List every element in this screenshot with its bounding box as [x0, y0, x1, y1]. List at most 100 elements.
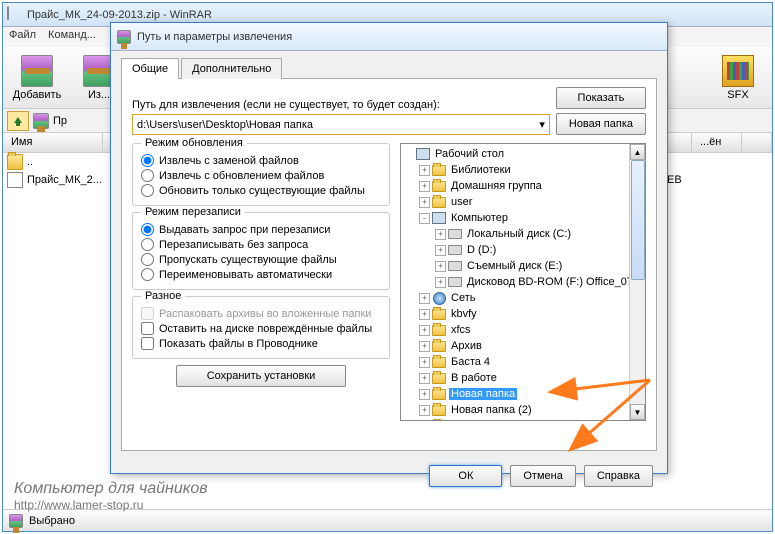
tree-label: Локальный диск (C:) [465, 228, 573, 240]
tree-item[interactable]: +Сеть [403, 290, 643, 306]
tabs: Общие Дополнительно [121, 57, 657, 79]
up-arrow-icon [12, 115, 24, 127]
tree-label: Новая папка [449, 388, 517, 400]
folder-icon [432, 179, 446, 193]
tree-item[interactable]: + user [403, 194, 643, 210]
tree-item[interactable]: + Локальный диск (C:) [403, 226, 643, 242]
expand-icon[interactable]: + [419, 197, 430, 208]
radio-overwrite-noask[interactable]: Перезаписывать без запроса [141, 238, 381, 251]
tree-item[interactable]: + Баста 4 [403, 354, 643, 370]
folder-icon [7, 154, 23, 170]
expand-icon[interactable]: + [419, 357, 430, 368]
check-keep-broken[interactable]: Оставить на диске повреждённые файлы [141, 322, 381, 335]
group-overwrite-mode: Режим перезаписи Выдавать запрос при пер… [132, 212, 390, 290]
tree-label: Баста 4 [449, 356, 492, 368]
tab-advanced[interactable]: Дополнительно [181, 58, 282, 79]
tree-item[interactable]: +D (D:) [403, 242, 643, 258]
expand-icon[interactable]: + [419, 181, 430, 192]
expand-icon[interactable]: + [419, 309, 430, 320]
menu-commands[interactable]: Команд... [48, 29, 96, 45]
tree-item[interactable]: + Дисковод BD-ROM (F:) Office_07 [403, 274, 643, 290]
radio-extract-update[interactable]: Извлечь с обновлением файлов [141, 169, 381, 182]
dialog-icon [117, 30, 131, 44]
folder-icon [432, 371, 446, 385]
toolbar-add[interactable]: Добавить [11, 55, 63, 101]
folder-tree[interactable]: Рабочий стол+Библиотеки+Домашняя группа+… [400, 143, 646, 421]
path-input[interactable]: d:\Users\user\Desktop\Новая папка ▾ [132, 114, 550, 135]
tree-label: Домашняя группа [449, 180, 544, 192]
show-button[interactable]: Показать [556, 87, 646, 109]
status-text: Выбрано [29, 515, 75, 527]
scroll-thumb[interactable] [631, 160, 645, 280]
scroll-up-icon[interactable]: ▲ [630, 144, 645, 160]
expand-icon[interactable]: + [435, 261, 446, 272]
expand-icon[interactable]: + [419, 341, 430, 352]
col-name[interactable]: Имя [3, 133, 103, 152]
expand-icon[interactable]: + [435, 229, 446, 240]
expand-icon[interactable]: + [419, 293, 430, 304]
drive-icon [448, 275, 462, 289]
winrar-icon [7, 7, 23, 23]
tree-item[interactable]: +Архив [403, 338, 643, 354]
expand-icon[interactable]: + [419, 389, 430, 400]
path-label: Путь для извлечения (если не существует,… [132, 99, 550, 111]
expand-icon[interactable]: - [419, 213, 430, 224]
tree-label: user [449, 196, 474, 208]
tree-item[interactable]: +Новая папка (2) [403, 402, 643, 418]
tab-general[interactable]: Общие [121, 58, 179, 79]
tree-item[interactable]: + kbvfy [403, 306, 643, 322]
archive-icon [33, 113, 49, 129]
radio-skip-existing[interactable]: Пропускать существующие файлы [141, 253, 381, 266]
radio-extract-replace[interactable]: Извлечь с заменой файлов [141, 154, 381, 167]
drive-icon [448, 227, 462, 241]
expand-icon[interactable]: + [419, 373, 430, 384]
col-date[interactable]: ...ён [692, 133, 742, 152]
scroll-down-icon[interactable]: ▼ [630, 404, 645, 420]
tree-item[interactable]: +Новая папка (3) [403, 418, 643, 420]
save-settings-button[interactable]: Сохранить установки [176, 365, 346, 387]
folder-icon [432, 307, 446, 321]
tree-label: Дисковод BD-ROM (F:) Office_07 [465, 276, 635, 288]
tree-item[interactable]: Рабочий стол [403, 146, 643, 162]
tree-item[interactable]: + xfcs [403, 322, 643, 338]
tree-item[interactable]: - Компьютер [403, 210, 643, 226]
add-icon [21, 55, 53, 87]
expand-icon[interactable]: + [435, 245, 446, 256]
tree-label: Компьютер [449, 212, 510, 224]
tree-item[interactable]: +Съемный диск (E:) [403, 258, 643, 274]
expand-icon[interactable]: + [419, 325, 430, 336]
up-button[interactable] [7, 111, 29, 131]
dialog-titlebar[interactable]: Путь и параметры извлечения [111, 23, 667, 51]
toolbar-sfx[interactable]: SFX [712, 55, 764, 101]
expand-icon[interactable]: + [435, 277, 446, 288]
tree-label: xfcs [449, 324, 473, 336]
status-icon [9, 514, 23, 528]
status-bar: Выбрано [3, 509, 772, 531]
dropdown-icon[interactable]: ▾ [539, 118, 545, 131]
check-show-explorer[interactable]: Показать файлы в Проводнике [141, 337, 381, 350]
tree-scrollbar[interactable]: ▲ ▼ [629, 144, 645, 420]
radio-rename-auto[interactable]: Переименовывать автоматически [141, 268, 381, 281]
drive-icon [448, 259, 462, 273]
tree-item[interactable]: +В работе [403, 370, 643, 386]
tree-item[interactable]: +Библиотеки [403, 162, 643, 178]
new-folder-button[interactable]: Новая папка [556, 113, 646, 135]
expand-icon[interactable]: + [419, 405, 430, 416]
radio-ask-overwrite[interactable]: Выдавать запрос при перезаписи [141, 223, 381, 236]
menu-file[interactable]: Файл [9, 29, 36, 45]
cancel-button[interactable]: Отмена [510, 465, 575, 487]
sfx-icon [722, 55, 754, 87]
help-button[interactable]: Справка [584, 465, 653, 487]
radio-update-existing[interactable]: Обновить только существующие файлы [141, 184, 381, 197]
folder-icon [432, 163, 446, 177]
check-subfolders: Распаковать архивы во вложенные папки [141, 307, 381, 320]
tree-item[interactable]: + Домашняя группа [403, 178, 643, 194]
group-update-mode: Режим обновления Извлечь с заменой файло… [132, 143, 390, 206]
tree-label: Рабочий стол [433, 148, 506, 160]
tree-label: kbvfy [449, 308, 479, 320]
ok-button[interactable]: ОК [429, 465, 502, 487]
extract-dialog: Путь и параметры извлечения Общие Дополн… [110, 22, 668, 474]
expand-icon[interactable]: + [419, 165, 430, 176]
tree-item[interactable]: + Новая папка [403, 386, 643, 402]
drive-icon [448, 243, 462, 257]
